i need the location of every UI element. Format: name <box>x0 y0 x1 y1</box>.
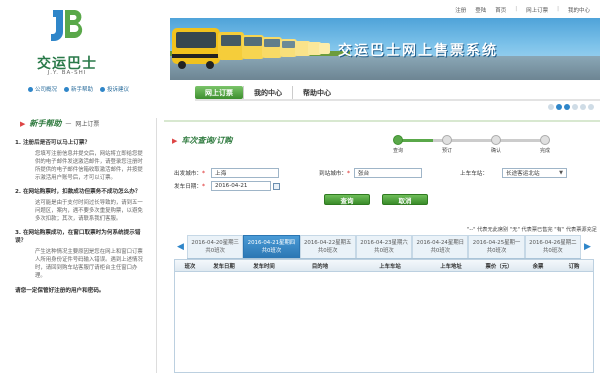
banner-title: 交运巴士网上售票系统 <box>338 43 498 59</box>
buses-image <box>172 28 330 69</box>
main-nav: 网上订票 我的中心 帮助中心 <box>195 86 405 99</box>
jb-logo-icon <box>51 10 83 41</box>
from-city-input[interactable]: 上海 <box>210 168 279 178</box>
complaint-link[interactable]: 投诉建议 <box>100 85 129 93</box>
date-tabs: ◀ 2016-04-20星期三 共0班次 2016-04-21星期四 共0班次 20… <box>174 235 594 259</box>
date-tab[interactable]: 2016-04-25星期一 共0班次 <box>468 235 525 258</box>
to-city-row: 到站城市： * 张台 <box>319 168 422 178</box>
bullet-icon <box>100 86 106 92</box>
date-tab[interactable]: 2016-04-26星期二 共0班次 <box>524 235 581 258</box>
faq-answer: 产生这种情况主要原因是您在网上和窗口订票人所用身份证件号码输入错误。遇到上述情况… <box>35 249 143 279</box>
carousel-dot[interactable] <box>564 104 570 110</box>
arrow-icon: ▶ <box>20 119 26 128</box>
bullet-icon <box>28 86 33 92</box>
schedule-table: 班次 发车日期 发车时间 目的地 上车车站 上车地址 票价（元） 余票 订购 <box>174 259 594 373</box>
nav-help[interactable]: 帮助中心 <box>292 86 341 99</box>
column-header: 上车车站 <box>379 263 401 270</box>
step-label: 预订 <box>441 148 452 154</box>
date-tab[interactable]: 2016-04-24星期日 共0班次 <box>412 235 469 258</box>
table-header: 班次 发车日期 发车时间 目的地 上车车站 上车地址 票价（元） 余票 订购 <box>175 260 593 272</box>
nav-booking[interactable]: 网上订票 <box>195 86 243 99</box>
step-dot <box>491 135 501 145</box>
panel-title: ▶ 车次查询/订购 <box>172 136 233 145</box>
step-dot <box>393 135 403 145</box>
column-header: 目的地 <box>311 263 329 270</box>
my-center-link[interactable]: 我的中心 <box>568 6 590 14</box>
from-city-row: 出发城市： * 上海 <box>174 168 279 178</box>
nav-my-center[interactable]: 我的中心 <box>243 86 292 99</box>
step-label: 查询 <box>392 148 403 154</box>
faq-answer: 您填写注册信息并提交后，网站将立即给您提供的电子邮件发送激活邮件，请登录您注册时… <box>35 151 143 181</box>
date-tab[interactable]: 2016-04-22星期五 共0班次 <box>299 235 356 258</box>
register-link[interactable]: 注册 <box>455 6 466 14</box>
banner: 交运巴士网上售票系统 <box>170 18 600 80</box>
step-label: 确认 <box>490 148 501 154</box>
column-header: 票价（元） <box>485 263 513 270</box>
faq-question[interactable]: 2. 在网站购票时，扣款成功但票务不成功怎么办？ <box>15 188 145 196</box>
booking-link[interactable]: 网上订票 <box>526 6 548 14</box>
progress-steps: 查询 预订 确认 完成 <box>392 134 557 154</box>
date-tab[interactable]: 2016-04-23星期六 共0班次 <box>355 235 413 258</box>
arrow-icon: ▶ <box>172 136 178 145</box>
column-header: 上车地址 <box>440 263 462 270</box>
faq-question[interactable]: 3. 在网站购票成功，在窗口取票时为何系统提示错误？ <box>15 229 145 245</box>
step-dot <box>442 135 452 145</box>
site-links: 公司概况 新手帮助 投诉建议 <box>28 85 129 93</box>
calendar-icon[interactable] <box>272 182 280 190</box>
column-header: 班次 <box>184 263 196 270</box>
faq-tip: 请您一定保管好注册的用户和密码。 <box>15 288 105 294</box>
carousel-dot[interactable] <box>556 104 562 110</box>
cancel-button[interactable]: 取消 <box>382 194 428 205</box>
date-tab[interactable]: 2016-04-20星期三 共0班次 <box>187 235 244 258</box>
faq-answer: 这可能是由于支付时间过长导致的，请到五一问题区，案内，遇不要多次重复购票，以避免… <box>35 200 143 222</box>
home-link[interactable]: 首页 <box>495 6 506 14</box>
carousel-dot[interactable] <box>548 104 554 110</box>
company-link[interactable]: 公司概况 <box>28 85 57 93</box>
availability-legend: "--" 代表无此席别 "无" 代表票已售完 "有" 代表票源充足 <box>466 227 597 233</box>
carousel-dot[interactable] <box>580 104 586 110</box>
logo-subtext: J.Y. BA-SHI <box>47 70 87 76</box>
column-header: 发车时间 <box>253 263 275 270</box>
carousel-dot[interactable] <box>588 104 594 110</box>
table-body <box>175 272 593 372</box>
chevron-down-icon: ▼ <box>559 170 563 176</box>
query-button[interactable]: 查询 <box>324 194 370 205</box>
top-links: 注册 登陆 首页 | 网上订票 | 我的中心 <box>455 6 590 14</box>
to-city-input[interactable]: 张台 <box>353 168 422 178</box>
login-link[interactable]: 登陆 <box>475 6 486 14</box>
bullet-icon <box>64 86 70 92</box>
column-header: 订购 <box>568 263 580 270</box>
date-row: 发车日期： * 2016-04-21 <box>174 181 280 191</box>
column-header: 发车日期 <box>213 263 235 270</box>
date-tab[interactable]: 2016-04-21星期四 共0班次 <box>243 235 300 258</box>
carousel-dots <box>548 104 594 110</box>
page-header: 交运巴士 J.Y. BA-SHI 公司概况 新手帮助 投诉建议 注册 登陆 首页… <box>0 0 600 110</box>
prev-arrow-icon[interactable]: ◀ <box>174 235 187 259</box>
help-link[interactable]: 新手帮助 <box>64 85 93 93</box>
help-sidebar: ▶ 新手帮助 — 网上订票 1. 注册后是否可以马上订票？ 您填写注册信息并提交… <box>15 118 145 373</box>
station-select[interactable]: 长途客运北站 ▼ <box>501 168 567 178</box>
next-arrow-icon[interactable]: ▶ <box>581 235 594 259</box>
logo: 交运巴士 J.Y. BA-SHI <box>34 8 100 78</box>
faq-question[interactable]: 1. 注册后是否可以马上订票？ <box>15 139 145 147</box>
step-dot <box>540 135 550 145</box>
carousel-dot[interactable] <box>572 104 578 110</box>
column-header: 余票 <box>532 263 544 270</box>
date-input[interactable]: 2016-04-21 <box>210 181 271 191</box>
station-row: 上车车站： 长途客运北站 ▼ <box>460 168 567 178</box>
sidebar-title: ▶ 新手帮助 — 网上订票 <box>20 119 100 128</box>
faq-list: 1. 注册后是否可以马上订票？ 您填写注册信息并提交后，网站将立即给您提供的电子… <box>15 139 145 294</box>
booking-panel: ▶ 车次查询/订购 查询 预订 确认 完成 出发城市： * 上海 到站城市： *… <box>164 120 600 373</box>
step-label: 完成 <box>539 148 550 154</box>
